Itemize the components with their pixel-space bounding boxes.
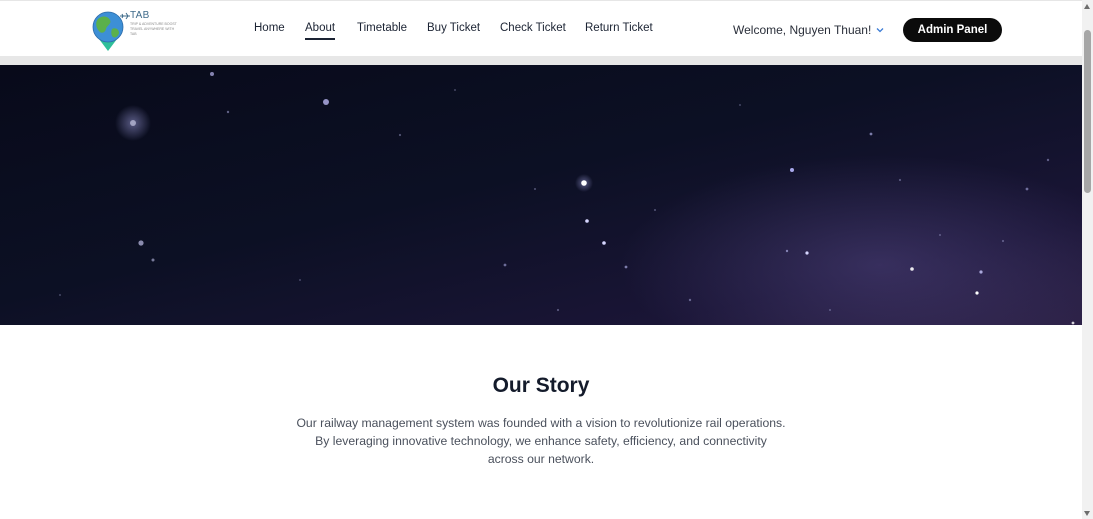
hero-starry-sky-image	[0, 65, 1082, 325]
welcome-user-menu[interactable]: Welcome, Nguyen Thuan!	[733, 23, 871, 37]
scrollbar-thumb[interactable]	[1084, 30, 1091, 193]
nav-timetable[interactable]: Timetable	[357, 22, 407, 34]
nav-home[interactable]: Home	[254, 22, 285, 34]
chevron-down-icon[interactable]	[875, 25, 885, 35]
nav-return-ticket[interactable]: Return Ticket	[585, 22, 653, 34]
brand-tagline: TRIP & ADVENTURE BOOST TRAVEL ANYWHERE W…	[130, 22, 177, 36]
scroll-down-arrow-icon[interactable]	[1084, 511, 1090, 516]
story-heading: Our Story	[492, 374, 590, 397]
site-header: TAB TRIP & ADVENTURE BOOST TRAVEL ANYWHE…	[0, 0, 1082, 57]
story-paragraph: Our railway management system was founde…	[296, 416, 786, 466]
nav-check-ticket[interactable]: Check Ticket	[500, 22, 566, 34]
header-divider	[0, 56, 1082, 65]
starfield-image	[0, 65, 1082, 325]
nav-buy-ticket[interactable]: Buy Ticket	[427, 22, 480, 34]
scroll-up-arrow-icon[interactable]	[1084, 4, 1090, 9]
page-scrollbar[interactable]	[1082, 0, 1093, 519]
brand-logo[interactable]: TAB TRIP & ADVENTURE BOOST TRAVEL ANYWHE…	[90, 9, 180, 51]
airplane-icon	[120, 12, 130, 20]
admin-panel-button[interactable]: Admin Panel	[903, 18, 1002, 42]
nav-about[interactable]: About	[305, 22, 336, 40]
brand-name: TAB	[130, 10, 150, 21]
